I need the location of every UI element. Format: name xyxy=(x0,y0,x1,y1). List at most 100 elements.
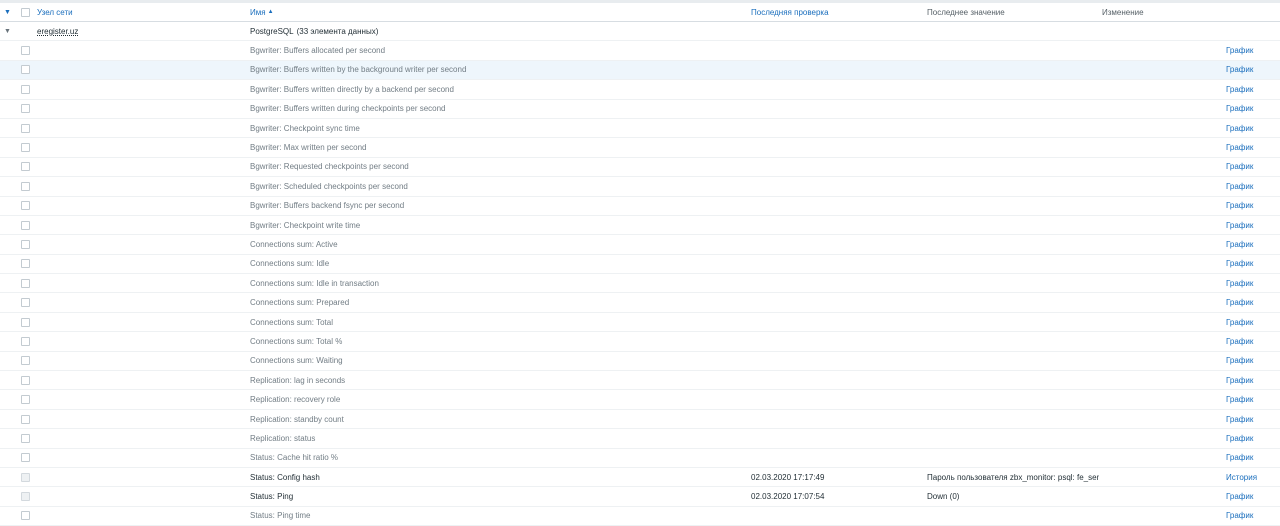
row-checkbox[interactable] xyxy=(21,293,35,311)
last-value-cell xyxy=(927,293,1099,311)
item-name-cell: Replication: lag in seconds xyxy=(250,371,740,389)
host-link[interactable]: eregister.uz xyxy=(37,22,237,40)
action-cell: График xyxy=(1226,100,1276,118)
row-checkbox[interactable] xyxy=(21,429,35,447)
table-row: Connections sum: Waiting График xyxy=(0,351,1280,372)
last-check-cell xyxy=(751,119,921,137)
row-checkbox[interactable] xyxy=(21,119,35,137)
host-column-header[interactable]: Узел сети xyxy=(37,3,237,21)
checkbox-icon xyxy=(21,162,30,172)
graph-link[interactable]: График xyxy=(1226,376,1253,385)
graph-link[interactable]: График xyxy=(1226,415,1253,424)
last-check-column-header[interactable]: Последняя проверка xyxy=(751,3,921,21)
row-checkbox[interactable] xyxy=(21,100,35,118)
row-checkbox[interactable] xyxy=(21,332,35,350)
graph-link[interactable]: График xyxy=(1226,143,1253,152)
row-checkbox[interactable] xyxy=(21,255,35,273)
item-name: Bgwriter: Requested checkpoints per seco… xyxy=(250,162,409,172)
graph-link[interactable]: График xyxy=(1226,395,1253,404)
last-check-cell xyxy=(751,449,921,467)
row-checkbox[interactable] xyxy=(21,410,35,428)
item-name-cell: Connections sum: Total % xyxy=(250,332,740,350)
last-check-cell xyxy=(751,235,921,253)
graph-link[interactable]: График xyxy=(1226,201,1253,210)
item-name-cell: Bgwriter: Checkpoint write time xyxy=(250,216,740,234)
checkbox-icon xyxy=(21,201,30,211)
row-checkbox[interactable] xyxy=(21,138,35,156)
group-collapse-toggle[interactable]: ▼ xyxy=(4,22,14,40)
item-name: Status: Config hash xyxy=(250,472,320,482)
item-name: Bgwriter: Buffers written by the backgro… xyxy=(250,65,467,75)
row-checkbox[interactable] xyxy=(21,352,35,370)
graph-link[interactable]: График xyxy=(1226,85,1253,94)
row-checkbox[interactable] xyxy=(21,61,35,79)
row-checkbox[interactable] xyxy=(21,449,35,467)
last-value-cell xyxy=(927,429,1099,447)
checkbox-icon xyxy=(21,511,30,521)
action-cell: График xyxy=(1226,332,1276,350)
graph-link[interactable]: График xyxy=(1226,337,1253,346)
last-value-cell: Пароль пользователя zbx_monitor: psql: f… xyxy=(927,468,1099,486)
action-cell: График xyxy=(1226,410,1276,428)
action-cell: График xyxy=(1226,177,1276,195)
last-value-cell xyxy=(927,216,1099,234)
graph-link[interactable]: График xyxy=(1226,298,1253,307)
row-checkbox[interactable] xyxy=(21,274,35,292)
row-checkbox[interactable] xyxy=(21,313,35,331)
row-checkbox[interactable] xyxy=(21,371,35,389)
row-checkbox[interactable] xyxy=(21,468,35,486)
table-row: Status: Ping time График xyxy=(0,506,1280,526)
action-cell: График xyxy=(1226,255,1276,273)
checkbox-icon xyxy=(21,375,30,385)
graph-link[interactable]: График xyxy=(1226,46,1253,55)
graph-link[interactable]: График xyxy=(1226,511,1253,520)
row-checkbox[interactable] xyxy=(21,235,35,253)
graph-link[interactable]: График xyxy=(1226,65,1253,74)
checkbox-icon xyxy=(21,492,30,502)
graph-link[interactable]: График xyxy=(1226,279,1253,288)
name-column-header[interactable]: Имя ▲ xyxy=(250,3,740,21)
row-checkbox[interactable] xyxy=(21,507,35,525)
graph-link[interactable]: График xyxy=(1226,259,1253,268)
last-value-column-header: Последнее значение xyxy=(927,7,1005,17)
last-check-cell: 02.03.2020 17:17:49 xyxy=(751,468,921,486)
item-name: Bgwriter: Scheduled checkpoints per seco… xyxy=(250,181,408,191)
graph-link[interactable]: График xyxy=(1226,434,1253,443)
row-checkbox[interactable] xyxy=(21,158,35,176)
select-all-checkbox[interactable] xyxy=(21,3,35,21)
row-checkbox[interactable] xyxy=(21,487,35,505)
row-checkbox[interactable] xyxy=(21,197,35,215)
graph-link[interactable]: График xyxy=(1226,221,1253,230)
last-value-cell xyxy=(927,177,1099,195)
row-checkbox[interactable] xyxy=(21,390,35,408)
row-checkbox[interactable] xyxy=(21,41,35,59)
row-checkbox[interactable] xyxy=(21,80,35,98)
last-value-cell: Down (0) xyxy=(927,487,1099,505)
graph-link[interactable]: График xyxy=(1226,182,1253,191)
graph-link[interactable]: График xyxy=(1226,240,1253,249)
last-check-value: 02.03.2020 17:17:49 xyxy=(751,472,825,482)
graph-link[interactable]: График xyxy=(1226,162,1253,171)
item-name-cell: Connections sum: Prepared xyxy=(250,293,740,311)
row-checkbox[interactable] xyxy=(21,177,35,195)
action-cell: График xyxy=(1226,390,1276,408)
last-value-cell xyxy=(927,80,1099,98)
action-cell: График xyxy=(1226,61,1276,79)
checkbox-icon xyxy=(21,84,30,94)
last-check-cell xyxy=(751,197,921,215)
graph-link[interactable]: График xyxy=(1226,453,1253,462)
table-row: Connections sum: Total График xyxy=(0,312,1280,333)
item-name: Connections sum: Total % xyxy=(250,336,343,346)
action-cell: График xyxy=(1226,313,1276,331)
graph-link[interactable]: График xyxy=(1226,318,1253,327)
graph-link[interactable]: График xyxy=(1226,492,1253,501)
item-name-cell: Replication: standby count xyxy=(250,410,740,428)
row-checkbox[interactable] xyxy=(21,216,35,234)
item-name: Status: Ping time xyxy=(250,511,311,521)
last-check-cell xyxy=(751,352,921,370)
collapse-all-toggle[interactable]: ▼ xyxy=(4,3,14,21)
graph-link[interactable]: График xyxy=(1226,356,1253,365)
graph-link[interactable]: График xyxy=(1226,124,1253,133)
graph-link[interactable]: График xyxy=(1226,104,1253,113)
history-link[interactable]: История xyxy=(1226,473,1257,482)
